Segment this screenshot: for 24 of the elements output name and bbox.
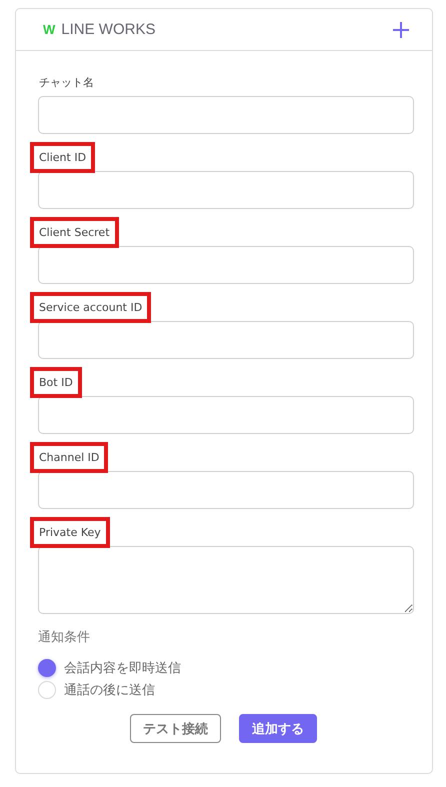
highlighted-field-label: Private Key <box>30 517 110 548</box>
text-area[interactable] <box>38 546 414 614</box>
radio-label: 通話の後に送信 <box>64 682 155 699</box>
radio-button[interactable] <box>38 659 56 677</box>
input-field[interactable] <box>38 471 414 509</box>
input-field[interactable] <box>38 171 414 209</box>
card-title: LINE WORKS <box>61 21 156 38</box>
test-connection-button[interactable]: テスト接続 <box>130 714 221 743</box>
input-field[interactable] <box>38 246 414 284</box>
logo: W <box>43 22 56 37</box>
radio-button[interactable] <box>38 681 56 699</box>
input-field[interactable] <box>38 396 414 434</box>
radio-label: 会話内容を即時送信 <box>64 660 181 677</box>
section-label: 通知条件 <box>38 630 90 645</box>
highlighted-field-label: Service account ID <box>30 292 152 323</box>
highlighted-field-label: Bot ID <box>30 367 82 398</box>
add-button[interactable]: 追加する <box>239 714 317 743</box>
input-field[interactable] <box>38 96 414 134</box>
field-label: チャット名 <box>38 75 95 91</box>
highlighted-field-label: Client Secret <box>30 217 119 248</box>
highlighted-field-label: Channel ID <box>30 442 108 473</box>
input-field[interactable] <box>38 321 414 359</box>
highlighted-field-label: Client ID <box>30 142 96 173</box>
add-button[interactable] <box>392 20 410 38</box>
